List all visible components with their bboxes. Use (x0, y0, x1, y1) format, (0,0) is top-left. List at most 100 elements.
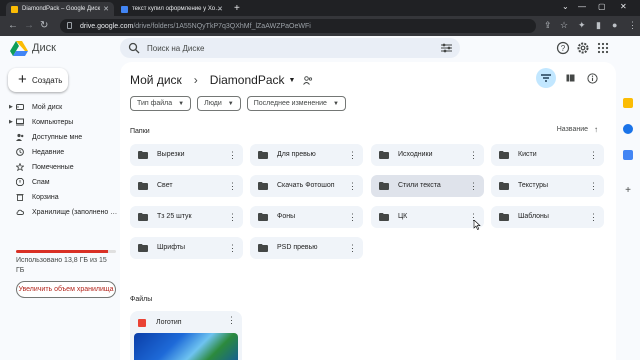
sidebar-item-label: Недавние (32, 148, 65, 156)
files-section-title: Файлы (130, 296, 153, 303)
apps-grid-icon[interactable] (596, 41, 610, 55)
filter-people[interactable]: Люди ▼ (197, 96, 241, 111)
folder-item[interactable]: Скачать Фотошоп ⋮ (250, 175, 363, 197)
expand-caret-icon[interactable]: ▶ (9, 119, 13, 125)
more-options-icon[interactable]: ⋮ (228, 148, 237, 162)
upgrade-storage-button[interactable]: Увеличить объем хранилища (16, 281, 116, 298)
computer-icon (16, 118, 24, 126)
add-addon-icon[interactable]: + (623, 186, 633, 196)
tab-search-icon[interactable]: ⌄ (562, 2, 569, 11)
menu-kebab-icon[interactable]: ⋮ (628, 20, 637, 31)
close-window-icon[interactable]: ✕ (620, 2, 627, 11)
filter-modified[interactable]: Последнее изменение ▼ (246, 96, 346, 111)
help-icon[interactable]: ? (556, 41, 570, 55)
people-share-icon[interactable] (303, 75, 313, 85)
folder-item[interactable]: Шаблоны ⋮ (491, 206, 604, 228)
more-options-icon[interactable]: ⋮ (589, 210, 598, 224)
folder-item[interactable]: ЦК ⋮ (371, 206, 484, 228)
sort-by-name-button[interactable]: Название ↑ (557, 125, 598, 134)
sidebar-item-spam[interactable]: Спам (0, 175, 116, 189)
contacts-icon[interactable] (623, 150, 633, 160)
search-input[interactable]: Поиск на Диске (120, 38, 460, 58)
forward-icon[interactable]: → (24, 20, 34, 31)
sidebar-item-label: Помеченные (32, 163, 74, 171)
folder-item[interactable]: Фоны ⋮ (250, 206, 363, 228)
tab-close-icon[interactable]: ✕ (103, 5, 109, 13)
grid-view-button[interactable] (560, 68, 580, 88)
folder-item[interactable]: Стили текста ⋮ (371, 175, 484, 197)
sidebar-item-starred[interactable]: Помеченные (0, 160, 116, 174)
more-options-icon[interactable]: ⋮ (589, 179, 598, 193)
more-options-icon[interactable]: ⋮ (348, 210, 357, 224)
arrow-up-icon[interactable]: ↑ (594, 125, 598, 134)
right-side-panel: + (616, 36, 640, 360)
filter-file-type[interactable]: Тип файла ▼ (130, 96, 192, 111)
chevron-down-icon[interactable]: ▼ (289, 77, 296, 84)
info-button[interactable] (582, 68, 602, 88)
keep-icon[interactable] (623, 98, 633, 108)
folder-item[interactable]: Вырезки ⋮ (130, 144, 243, 166)
breadcrumb: Мой диск › DiamondPack ▼ (130, 72, 313, 88)
sidebar-item-computers[interactable]: ▶ Компьютеры (0, 115, 116, 129)
minimize-icon[interactable]: — (578, 2, 586, 11)
more-options-icon[interactable]: ⋮ (469, 148, 478, 162)
more-options-icon[interactable]: ⋮ (348, 179, 357, 193)
tab-close-icon[interactable]: ✕ (217, 5, 223, 13)
share-page-icon[interactable]: ⇪ (544, 20, 552, 31)
sidebar-item-storage[interactable]: Хранилище (заполнено … (0, 205, 117, 219)
sidebar-item-trash[interactable]: Корзина (0, 190, 116, 204)
sidebar-item-label: Доступные мне (32, 133, 83, 141)
folder-item[interactable]: Для превью ⋮ (250, 144, 363, 166)
bookmark-star-icon[interactable]: ☆ (560, 20, 568, 31)
folder-item[interactable]: Свет ⋮ (130, 175, 243, 197)
search-icon[interactable] (128, 42, 140, 54)
maximize-icon[interactable]: ▢ (598, 2, 606, 11)
more-options-icon[interactable]: ⋮ (227, 315, 236, 326)
sidebar-toggle-icon[interactable]: ▮ (596, 20, 601, 31)
more-options-icon[interactable]: ⋮ (348, 241, 357, 255)
folder-item[interactable]: Текстуры ⋮ (491, 175, 604, 197)
more-options-icon[interactable]: ⋮ (469, 179, 478, 193)
filter-list-view-button[interactable] (536, 68, 556, 88)
drive-logo-icon[interactable] (10, 40, 28, 56)
settings-gear-icon[interactable] (576, 41, 590, 55)
file-card[interactable]: Логотип ⋮ (130, 311, 242, 360)
folder-icon (258, 244, 268, 252)
reload-icon[interactable]: ↻ (40, 20, 48, 31)
sidebar-item-shared[interactable]: Доступные мне (0, 130, 116, 144)
search-options-icon[interactable] (441, 43, 452, 53)
more-options-icon[interactable]: ⋮ (589, 148, 598, 162)
sort-label: Название (556, 126, 588, 133)
more-options-icon[interactable]: ⋮ (228, 179, 237, 193)
expand-caret-icon[interactable]: ▶ (9, 104, 13, 110)
browser-tab-text[interactable]: текст купил оформление у Хо… ✕ (116, 2, 228, 16)
folder-name: Стили текста (398, 182, 441, 189)
back-icon[interactable]: ← (8, 20, 18, 31)
folder-item[interactable]: Шрифты ⋮ (130, 237, 243, 259)
browser-tab-drive[interactable]: DiamondPack – Google Диск ✕ (6, 2, 114, 16)
create-button[interactable]: + Создать (8, 68, 68, 92)
folder-item[interactable]: Тз 25 штук ⋮ (130, 206, 243, 228)
clock-icon (16, 148, 24, 156)
more-options-icon[interactable]: ⋮ (228, 241, 237, 255)
breadcrumb-current[interactable]: DiamondPack (210, 73, 285, 87)
profile-icon[interactable]: ● (612, 20, 617, 30)
more-options-icon[interactable]: ⋮ (228, 210, 237, 224)
new-tab-button[interactable]: + (234, 3, 240, 14)
app-name[interactable]: Диск (32, 42, 56, 54)
folder-item[interactable]: Кисти ⋮ (491, 144, 604, 166)
file-thumbnail[interactable] (134, 333, 238, 360)
folder-item[interactable]: Исходники ⋮ (371, 144, 484, 166)
more-options-icon[interactable]: ⋮ (348, 148, 357, 162)
extensions-icon[interactable]: ✦ (578, 20, 586, 31)
sidebar-item-my-drive[interactable]: ▶ Мой диск (0, 100, 116, 114)
url-field[interactable]: drive.google.com/drive/folders/1A55NQyTk… (60, 19, 536, 33)
chip-label: Тип файла (137, 100, 173, 107)
tasks-icon[interactable] (623, 124, 633, 134)
chevron-down-icon: ▼ (178, 100, 185, 107)
folder-item[interactable]: PSD превью ⋮ (250, 237, 363, 259)
sidebar-item-recent[interactable]: Недавние (0, 145, 116, 159)
address-bar: ← → ↻ drive.google.com/drive/folders/1A5… (0, 16, 640, 36)
breadcrumb-root[interactable]: Мой диск (130, 73, 182, 87)
shared-icon (16, 133, 24, 141)
